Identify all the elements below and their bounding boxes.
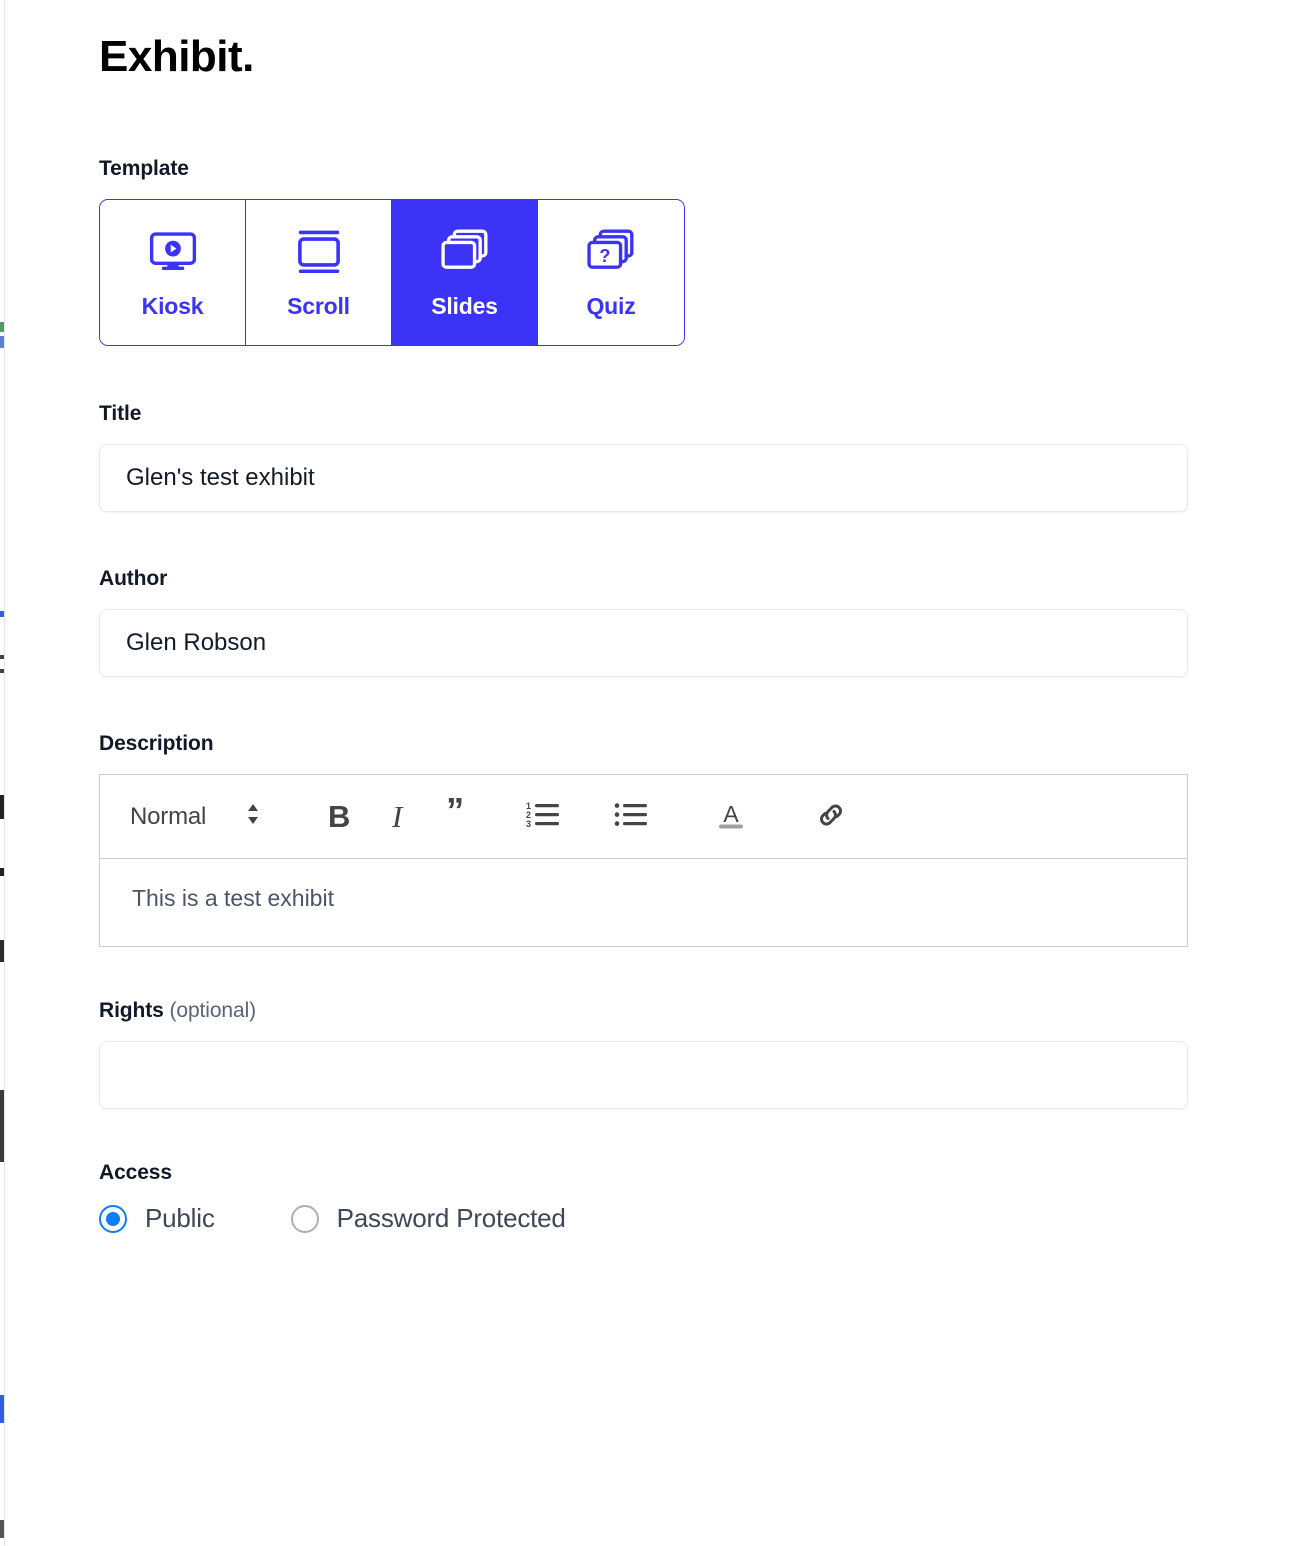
title-label: Title <box>99 402 142 426</box>
title-input[interactable] <box>99 444 1188 513</box>
svg-text:3: 3 <box>526 819 531 829</box>
template-option-kiosk[interactable]: Kiosk <box>100 200 246 346</box>
bullet-list-icon <box>614 800 648 833</box>
format-dropdown-value: Normal <box>130 802 207 830</box>
svg-text:?: ? <box>599 247 610 267</box>
description-field: Description Normal B I ” 1 2 3 A This is… <box>99 732 1189 948</box>
blockquote-button[interactable]: ” <box>426 788 484 846</box>
exhibit-editor-page: Exhibit. Template Kiosk Scroll Slides ? … <box>0 0 1296 1546</box>
page-edge-sliver <box>0 0 5 1546</box>
card-stack-icon <box>438 225 492 279</box>
scroll-frame-icon <box>292 225 346 279</box>
access-option-public[interactable]: Public <box>99 1203 215 1234</box>
link-chain-icon <box>815 799 847 834</box>
text-color-a-icon: A <box>714 799 748 834</box>
svg-text:A: A <box>723 801 739 827</box>
rights-label-optional: (optional) <box>169 999 257 1023</box>
bullet-list-button[interactable] <box>602 788 660 846</box>
form-content: Exhibit. Template Kiosk Scroll Slides ? … <box>99 0 1189 1234</box>
author-label: Author <box>99 567 168 591</box>
italic-button[interactable]: I <box>368 788 426 846</box>
template-option-quiz[interactable]: ? Quiz <box>538 200 684 346</box>
access-radio-group: Public Password Protected <box>99 1203 1189 1234</box>
template-option-label: Scroll <box>287 293 350 320</box>
template-label: Template <box>99 157 189 181</box>
author-field: Author <box>99 567 1189 678</box>
template-option-group[interactable]: Kiosk Scroll Slides ? Quiz <box>99 199 685 347</box>
rights-field: Rights (optional) <box>99 999 1189 1110</box>
rights-label-text: Rights <box>99 999 164 1023</box>
bold-button[interactable]: B <box>310 788 368 846</box>
title-field: Title <box>99 402 1189 513</box>
template-option-label: Quiz <box>586 293 636 320</box>
description-textarea[interactable]: This is a test exhibit <box>100 859 1187 946</box>
rich-text-editor: Normal B I ” 1 2 3 A This is a test exhi… <box>99 774 1188 948</box>
access-option-label: Public <box>145 1203 215 1234</box>
text-color-button[interactable]: A <box>702 788 760 846</box>
radio-empty-icon[interactable] <box>290 1204 319 1233</box>
card-stack-question-icon: ? <box>584 225 638 279</box>
rights-input[interactable] <box>99 1041 1188 1110</box>
template-option-slides[interactable]: Slides <box>392 200 538 346</box>
insert-link-button[interactable] <box>802 788 860 846</box>
numbered-list-icon: 1 2 3 <box>526 800 560 833</box>
access-option-label: Password Protected <box>336 1203 566 1234</box>
format-dropdown[interactable]: Normal <box>130 800 262 833</box>
editor-toolbar: Normal B I ” 1 2 3 A <box>100 775 1187 860</box>
ordered-list-button[interactable]: 1 2 3 <box>514 788 572 846</box>
page-title: Exhibit. <box>99 32 254 81</box>
monitor-play-icon <box>146 225 200 279</box>
up-down-arrows-icon <box>244 800 262 833</box>
access-option-password-protected[interactable]: Password Protected <box>290 1203 566 1234</box>
access-label: Access <box>99 1161 172 1185</box>
access-field: Access Public Password Protected <box>99 1161 1189 1234</box>
description-label: Description <box>99 732 214 756</box>
template-field: Template Kiosk Scroll Slides ? Quiz <box>99 157 1189 347</box>
template-option-label: Kiosk <box>141 293 204 320</box>
rights-label: Rights (optional) <box>99 999 1189 1023</box>
template-option-label: Slides <box>431 293 498 320</box>
template-option-scroll[interactable]: Scroll <box>246 200 392 346</box>
radio-filled-icon[interactable] <box>99 1204 127 1233</box>
author-input[interactable] <box>99 609 1188 678</box>
